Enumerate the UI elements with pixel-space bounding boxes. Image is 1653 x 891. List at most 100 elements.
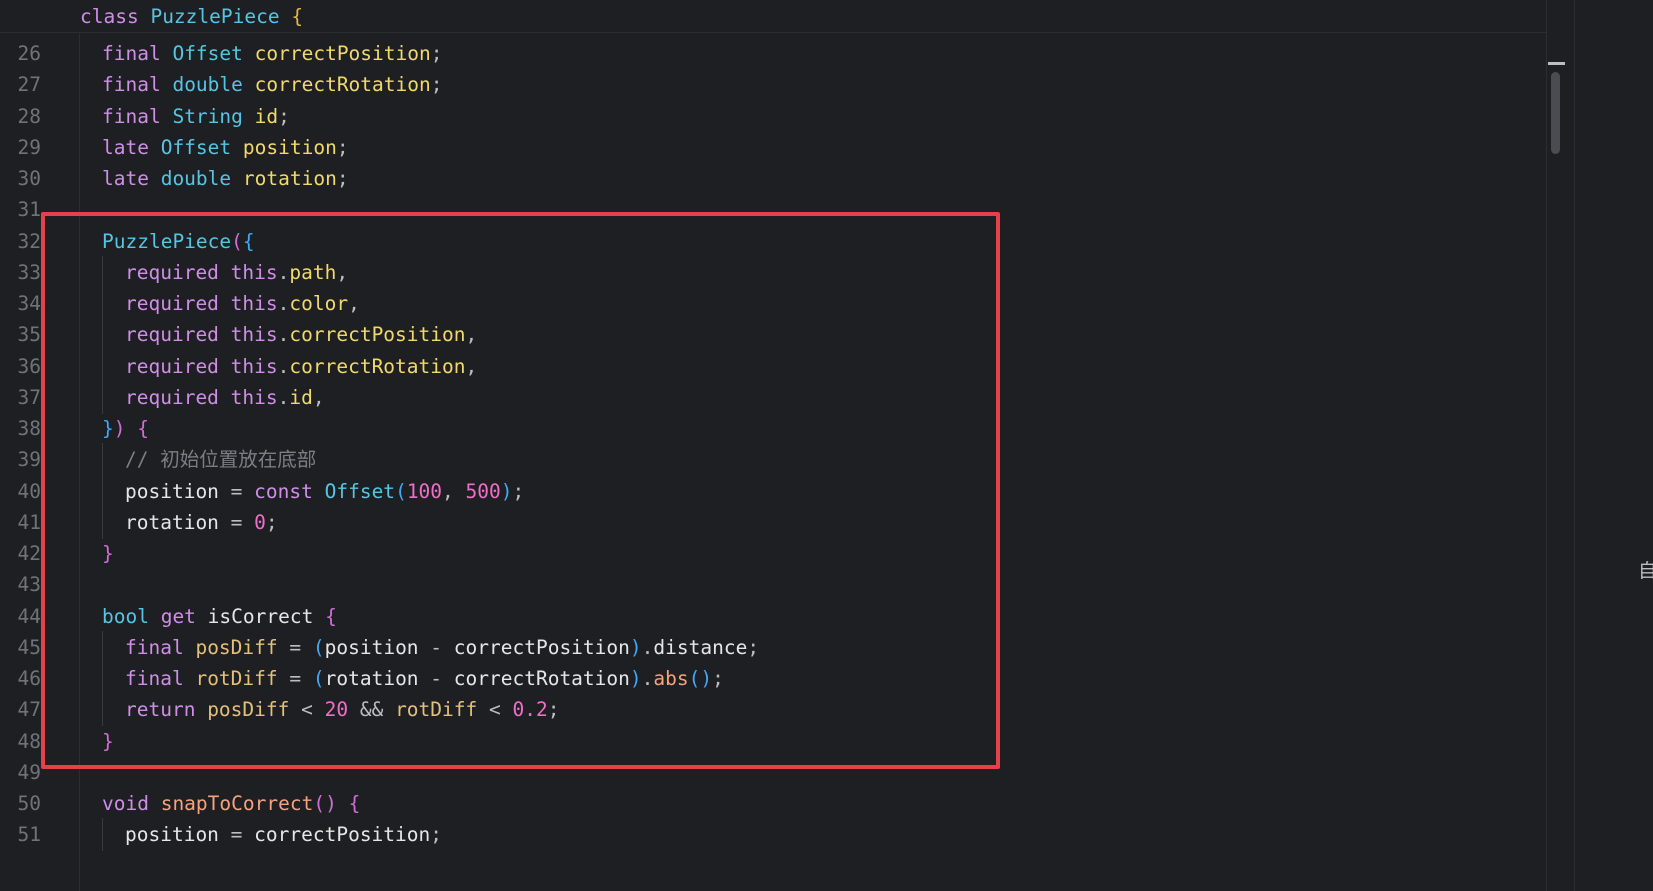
line-number[interactable]: 42: [0, 537, 41, 570]
line-number[interactable]: 45: [0, 631, 41, 664]
code-token: 100: [406, 479, 443, 503]
code-text: final rotDiff = (rotation - correctRotat…: [125, 662, 724, 695]
line-number[interactable]: 47: [0, 693, 41, 726]
code-line[interactable]: 45 final posDiff = (position - correctPos…: [0, 630, 1546, 664]
code-line[interactable]: 31: [0, 193, 1546, 226]
code-text: bool get isCorrect {: [102, 600, 337, 633]
line-number[interactable]: 31: [0, 193, 41, 226]
code-line[interactable]: 41 rotation = 0;: [0, 505, 1546, 539]
line-number[interactable]: 44: [0, 600, 41, 633]
code-token: =: [218, 479, 255, 503]
code-token: &&: [348, 698, 396, 722]
line-number[interactable]: 51: [0, 818, 41, 851]
line-number[interactable]: 36: [0, 350, 41, 383]
code-line[interactable]: 48}: [0, 725, 1546, 758]
code-text: }) {: [102, 412, 149, 445]
code-token: late: [102, 167, 161, 190]
code-text: final posDiff = (position - correctPosit…: [125, 631, 759, 664]
code-line[interactable]: 26 final Offset correctPosition;: [0, 37, 1546, 70]
code-line[interactable]: 27 final double correctRotation;: [0, 68, 1546, 101]
code-text: late Offset position;: [102, 131, 349, 164]
line-number[interactable]: 27: [0, 68, 41, 101]
code-token: (: [312, 635, 325, 659]
code-line[interactable]: 38 }) {: [0, 412, 1546, 445]
code-line[interactable]: 42}: [0, 537, 1546, 570]
code-line[interactable]: 44 bool get isCorrect {: [0, 600, 1546, 633]
code-line[interactable]: 47 return posDiff < 20 && rotDiff < 0.2;: [0, 693, 1546, 727]
code-token: correctRotation: [254, 73, 431, 97]
code-line[interactable]: 37 required this.id,: [0, 380, 1546, 414]
code-token: const: [254, 479, 325, 503]
scrollbar-thumb[interactable]: [1551, 72, 1560, 154]
code-token: color: [289, 292, 349, 315]
line-number[interactable]: 30: [0, 162, 41, 195]
code-line[interactable]: 35 required this.correctPosition,: [0, 318, 1546, 352]
line-number[interactable]: 28: [0, 100, 41, 133]
code-line[interactable]: 40 position = const Offset(100, 500);: [0, 474, 1546, 508]
line-number[interactable]: 40: [0, 475, 41, 508]
line-number[interactable]: 41: [0, 506, 41, 539]
line-number[interactable]: 34: [0, 287, 41, 320]
code-token: rotation: [125, 510, 219, 534]
code-token: ,: [336, 260, 349, 284]
line-number[interactable]: 37: [0, 381, 41, 414]
code-text: final String id;: [102, 100, 290, 133]
code-token: rotation: [324, 667, 419, 690]
code-token: {: [291, 5, 304, 28]
line-number[interactable]: 46: [0, 662, 41, 695]
indent-guide: [102, 318, 103, 352]
code-line[interactable]: 32 PuzzlePiece({: [0, 225, 1546, 258]
indent-guide: [102, 349, 103, 383]
code-token: ;: [430, 823, 443, 847]
code-line[interactable]: 33 required this.path,: [0, 255, 1546, 289]
code-token: .: [641, 667, 654, 690]
indent-guide: [102, 380, 103, 414]
indent-guide: [102, 818, 103, 852]
code-line[interactable]: 50 void snapToCorrect() {: [0, 787, 1546, 820]
line-number[interactable]: 26: [0, 37, 41, 70]
code-line[interactable]: 36 required this.correctRotation,: [0, 349, 1546, 383]
code-token: final: [102, 104, 173, 128]
code-line[interactable]: 49: [0, 756, 1546, 789]
code-token: <: [477, 698, 513, 722]
line-number[interactable]: 35: [0, 318, 41, 351]
code-line[interactable]: 34 required this.color,: [0, 287, 1546, 320]
code-token: ): [629, 635, 642, 659]
code-line[interactable]: 39 // 初始位置放在底部: [0, 443, 1546, 477]
line-number[interactable]: 49: [0, 756, 41, 789]
code-token: ): [113, 417, 126, 440]
code-line[interactable]: 51 position = correctPosition;: [0, 818, 1546, 852]
line-number[interactable]: 39: [0, 443, 41, 476]
code-text: void snapToCorrect() {: [102, 787, 360, 820]
code-token: ,: [465, 354, 478, 378]
code-token: correctRotation: [289, 354, 466, 378]
code-token: (): [313, 792, 337, 815]
code-token: final: [125, 635, 196, 659]
line-number[interactable]: 32: [0, 225, 41, 258]
code-line[interactable]: 30 late double rotation;: [0, 162, 1546, 195]
code-token: 20: [324, 698, 349, 722]
line-number[interactable]: 48: [0, 725, 41, 758]
code-line[interactable]: 29 late Offset position;: [0, 131, 1546, 164]
code-line[interactable]: 43: [0, 568, 1546, 601]
code-token: 500: [465, 479, 501, 503]
side-panel[interactable]: [1574, 0, 1653, 891]
line-number[interactable]: 50: [0, 787, 41, 820]
code-line[interactable]: 46 final rotDiff = (rotation - correctRot…: [0, 662, 1546, 695]
code-token: class: [80, 5, 151, 28]
code-token: ;: [747, 635, 760, 659]
code-token: String: [172, 104, 255, 128]
line-number[interactable]: 29: [0, 131, 41, 164]
code-token: .: [277, 292, 290, 315]
line-number[interactable]: 43: [0, 568, 41, 601]
code-token: .: [641, 635, 654, 659]
line-number[interactable]: 38: [0, 412, 41, 445]
code-line[interactable]: 28 final String id;: [0, 100, 1546, 133]
code-editor[interactable]: class PuzzlePiece { 26 final Offset corre…: [0, 0, 1653, 891]
code-token: ;: [712, 667, 724, 690]
line-number[interactable]: 33: [0, 256, 41, 289]
sticky-scope-header[interactable]: class PuzzlePiece {: [0, 0, 1546, 33]
